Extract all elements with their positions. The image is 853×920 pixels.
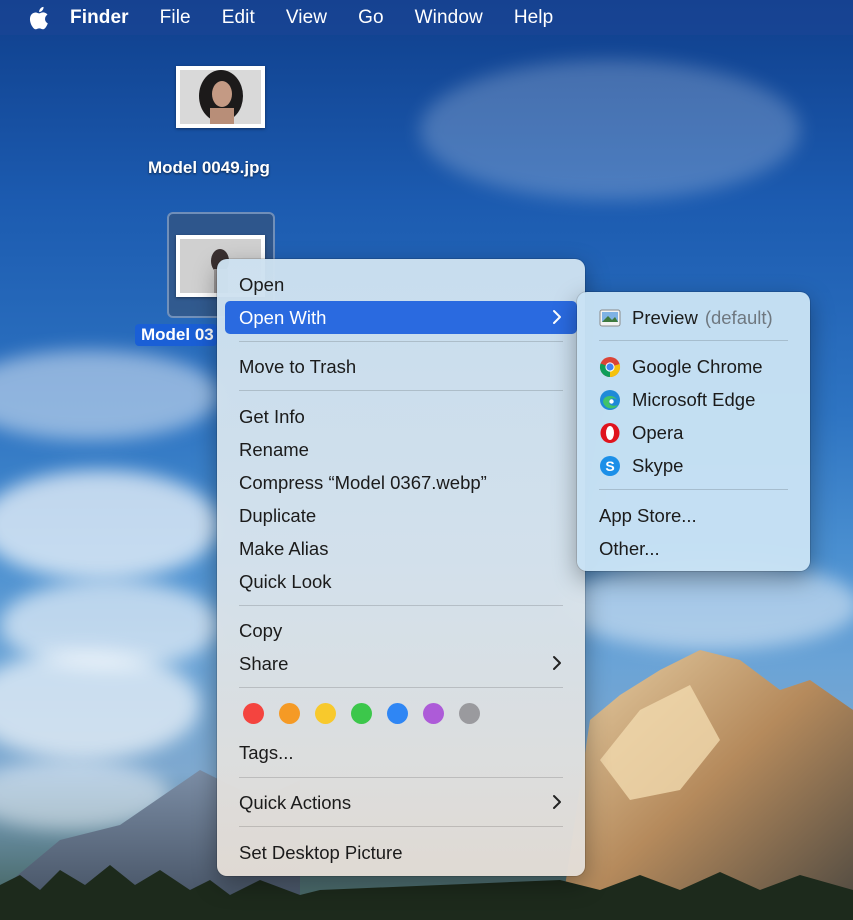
svg-text:S: S — [605, 458, 614, 474]
menu-item-label: Rename — [239, 438, 309, 460]
context-menu: Open Open With Move to Trash Get Info Re… — [217, 259, 585, 876]
menu-item-rename[interactable]: Rename — [225, 433, 577, 466]
submenu-item-label: Opera — [632, 421, 684, 443]
menu-item-label: Quick Look — [239, 570, 332, 592]
menu-item-label: Duplicate — [239, 504, 317, 526]
menu-item-open-with[interactable]: Open With — [225, 301, 577, 334]
submenu-item-label: Microsoft Edge — [632, 388, 756, 410]
menu-item-label: Move to Trash — [239, 355, 357, 377]
tag-green[interactable] — [351, 703, 372, 724]
menu-item-move-to-trash[interactable]: Move to Trash — [225, 350, 577, 383]
submenu-item-microsoft-edge[interactable]: Microsoft Edge — [585, 383, 802, 416]
opera-icon — [599, 422, 621, 444]
open-with-submenu: Preview (default) Google Chrome Microsof… — [577, 292, 810, 571]
skype-icon: S — [599, 455, 621, 477]
menu-item-copy[interactable]: Copy — [225, 614, 577, 647]
submenu-item-app-store[interactable]: App Store... — [585, 499, 802, 532]
menu-item-compress[interactable]: Compress “Model 0367.webp” — [225, 466, 577, 499]
menu-edit[interactable]: Edit — [222, 7, 255, 29]
menu-item-label: Share — [239, 652, 289, 674]
edge-icon — [599, 389, 621, 411]
menu-item-tags[interactable]: Tags... — [225, 736, 577, 769]
default-suffix-label: (default) — [704, 306, 773, 328]
menu-item-make-alias[interactable]: Make Alias — [225, 532, 577, 565]
menu-item-label: Make Alias — [239, 537, 329, 559]
menu-item-get-info[interactable]: Get Info — [225, 400, 577, 433]
menu-separator — [599, 340, 788, 341]
submenu-item-label: Preview — [632, 306, 698, 328]
apple-logo-icon[interactable] — [28, 6, 50, 30]
tag-purple[interactable] — [423, 703, 444, 724]
file-thumbnail — [176, 66, 265, 128]
submenu-item-label: Google Chrome — [632, 355, 763, 377]
menu-item-label: Open — [239, 273, 285, 295]
menu-item-label: Get Info — [239, 405, 305, 427]
menu-finder[interactable]: Finder — [70, 7, 129, 29]
submenu-item-google-chrome[interactable]: Google Chrome — [585, 350, 802, 383]
menu-item-quick-actions[interactable]: Quick Actions — [225, 786, 577, 819]
menu-go[interactable]: Go — [358, 7, 384, 29]
menu-separator — [239, 687, 563, 688]
submenu-item-label: Other... — [599, 537, 660, 559]
menu-separator — [239, 777, 563, 778]
menu-view[interactable]: View — [286, 7, 327, 29]
tag-blue[interactable] — [387, 703, 408, 724]
menu-item-share[interactable]: Share — [225, 647, 577, 680]
file-name-label: Model 0049.jpg — [148, 158, 270, 177]
menu-item-quick-look[interactable]: Quick Look — [225, 565, 577, 598]
preview-icon — [599, 307, 621, 329]
tag-orange[interactable] — [279, 703, 300, 724]
menu-separator — [239, 390, 563, 391]
menu-bar: Finder File Edit View Go Window Help — [0, 0, 853, 35]
menu-item-label: Set Desktop Picture — [239, 841, 403, 863]
submenu-item-label: Skype — [632, 454, 684, 476]
submenu-item-opera[interactable]: Opera — [585, 416, 802, 449]
chevron-right-icon — [553, 795, 561, 809]
menu-window[interactable]: Window — [415, 7, 483, 29]
menu-item-duplicate[interactable]: Duplicate — [225, 499, 577, 532]
tag-red[interactable] — [243, 703, 264, 724]
menu-item-label: Copy — [239, 619, 283, 641]
tag-yellow[interactable] — [315, 703, 336, 724]
menu-item-label: Tags... — [239, 741, 294, 763]
file-name-label: Model 03 — [135, 324, 217, 346]
submenu-item-skype[interactable]: S Skype — [585, 449, 802, 482]
chevron-right-icon — [553, 656, 561, 670]
submenu-item-label: App Store... — [599, 504, 697, 526]
tag-gray[interactable] — [459, 703, 480, 724]
menu-separator — [239, 341, 563, 342]
menu-help[interactable]: Help — [514, 7, 553, 29]
menu-item-set-desktop-picture[interactable]: Set Desktop Picture — [225, 836, 577, 869]
menu-separator — [239, 826, 563, 827]
chrome-icon — [599, 356, 621, 378]
menu-separator — [599, 489, 788, 490]
menu-separator — [239, 605, 563, 606]
menu-file[interactable]: File — [160, 7, 191, 29]
menu-item-label: Compress “Model 0367.webp” — [239, 471, 487, 493]
menu-item-label: Quick Actions — [239, 791, 352, 813]
chevron-right-icon — [553, 310, 561, 324]
portrait-image — [180, 70, 261, 124]
menu-item-label: Open With — [239, 306, 327, 328]
submenu-item-other[interactable]: Other... — [585, 532, 802, 565]
menu-item-open[interactable]: Open — [225, 268, 577, 301]
tag-color-row — [243, 703, 480, 724]
submenu-item-preview[interactable]: Preview (default) — [585, 301, 802, 334]
